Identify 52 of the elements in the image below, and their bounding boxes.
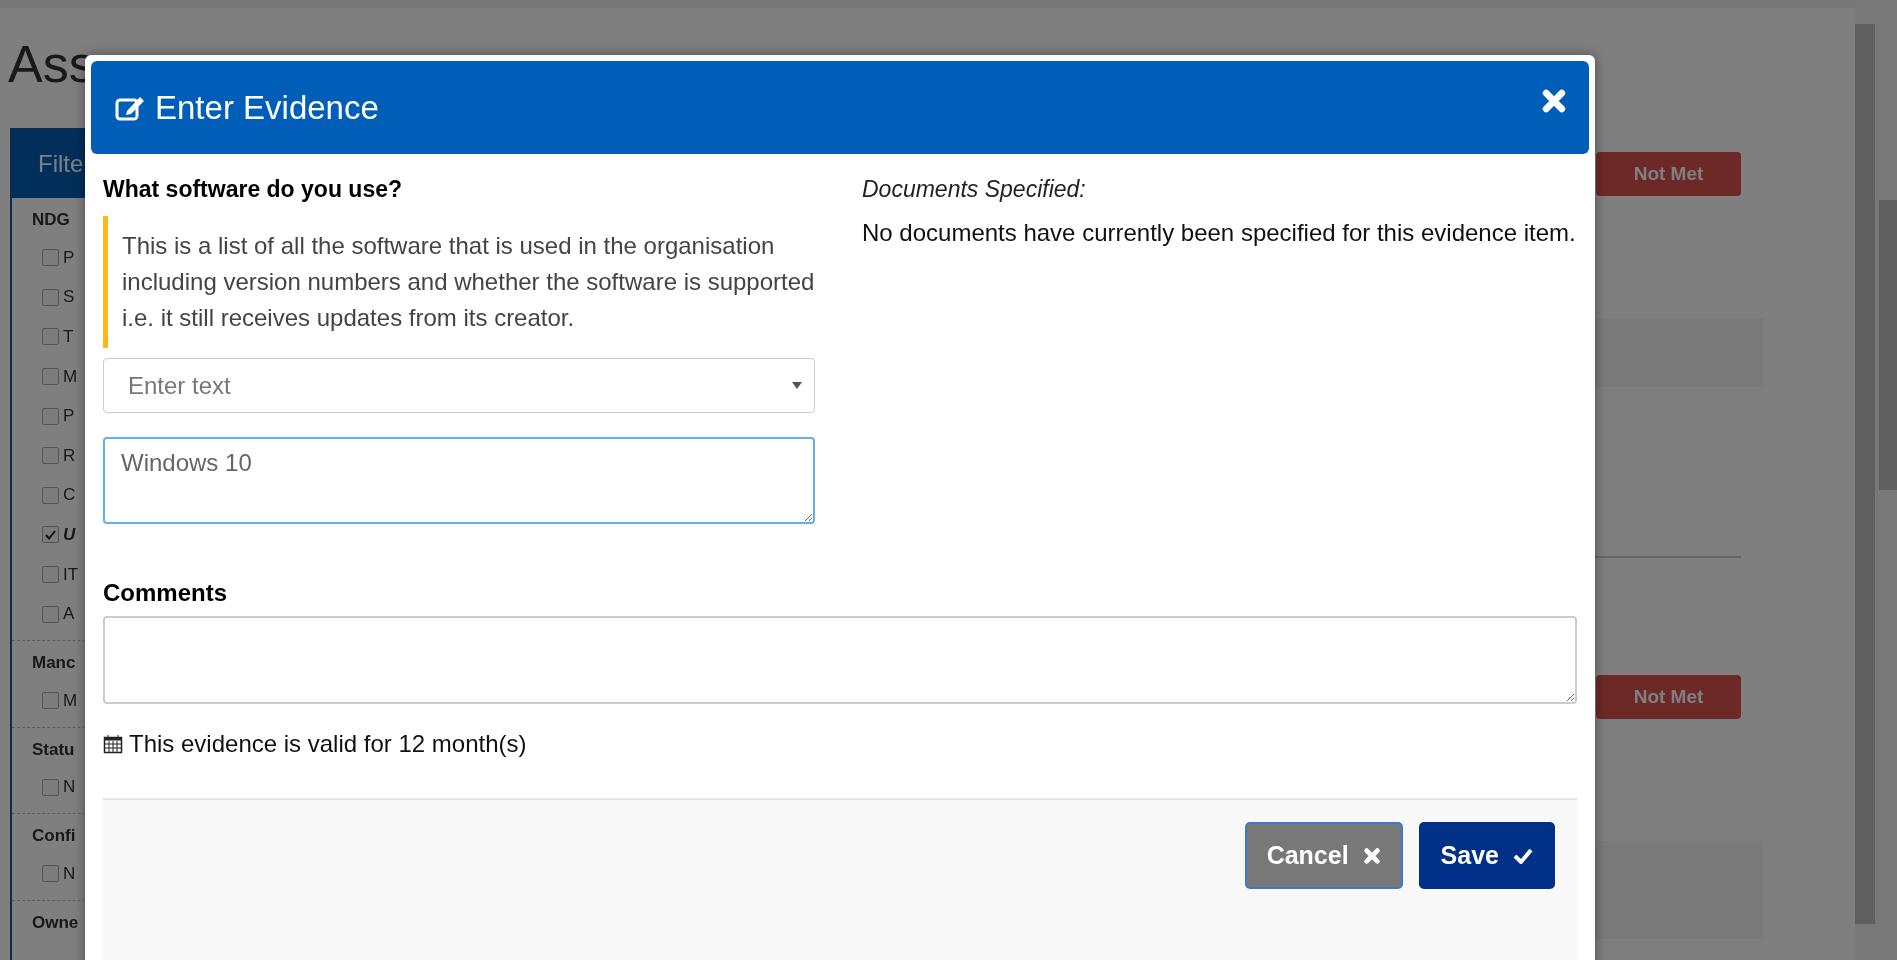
calendar-icon [103,734,123,754]
filter-option-label: R [63,445,76,466]
checkbox[interactable] [42,328,59,346]
checkbox[interactable] [42,249,59,267]
checkbox[interactable] [42,566,59,584]
check-icon [1513,847,1533,864]
filter-option-label: P [63,406,75,427]
filter-section-label: NDG [32,210,70,230]
status-badge: Not Met [1596,152,1741,196]
validity-text: This evidence is valid for 12 month(s) [129,730,527,758]
filter-option-label: M [63,690,78,711]
filter-section-label: Owne [32,912,79,933]
status-badge: Not Met [1596,675,1741,719]
checkbox[interactable] [42,288,59,306]
documents-label: Documents Specified: [862,176,1087,204]
filter-section-label: Statu [32,739,75,760]
checkbox[interactable] [42,778,59,796]
comments-label: Comments [103,579,229,608]
scrollbar[interactable] [1855,0,1897,960]
select-field[interactable]: Enter text [103,358,815,413]
close-icon [1541,87,1567,114]
filter-option-label: P [63,247,75,268]
answer-field[interactable]: Windows 10 [103,437,815,524]
checkbox[interactable] [42,407,59,425]
save-button[interactable]: Save [1418,822,1555,889]
tick-icon [45,529,56,540]
filter-option-label: IT [63,564,79,585]
filter-option-label: M [63,366,78,387]
close-button[interactable] [1541,87,1567,114]
documents-text: No documents have currently been specified for this evidence item. [862,218,1577,248]
close-icon [1362,846,1381,865]
checkbox[interactable] [42,605,59,623]
checkbox[interactable] [42,692,59,710]
filter-section-label: Confi [32,826,76,847]
filter-option-label: U [63,524,76,545]
checkbox[interactable] [42,486,59,504]
filter-option-label: T [63,327,74,347]
cancel-button[interactable]: Cancel [1244,822,1403,889]
filter-section-label: Manc [32,652,76,673]
filter-option-label: S [63,287,75,308]
filter-option-label: C [63,485,76,506]
checkbox[interactable] [42,368,59,386]
filter-option-label: N [63,863,76,884]
checkbox[interactable] [42,865,59,883]
checkbox[interactable] [42,447,59,465]
filter-option-label: A [63,604,75,625]
checkbox[interactable] [42,526,59,544]
dialog-title: Enter Evidence [155,88,379,127]
hint-text: This is a list of all the software that is used in the organisation including version numbers and whether the software is supported i.e. it still receives updates from its creator. [103,216,815,348]
caret-icon [792,382,802,389]
comments-field[interactable] [103,616,1577,704]
filter-option-label: N [63,777,76,798]
